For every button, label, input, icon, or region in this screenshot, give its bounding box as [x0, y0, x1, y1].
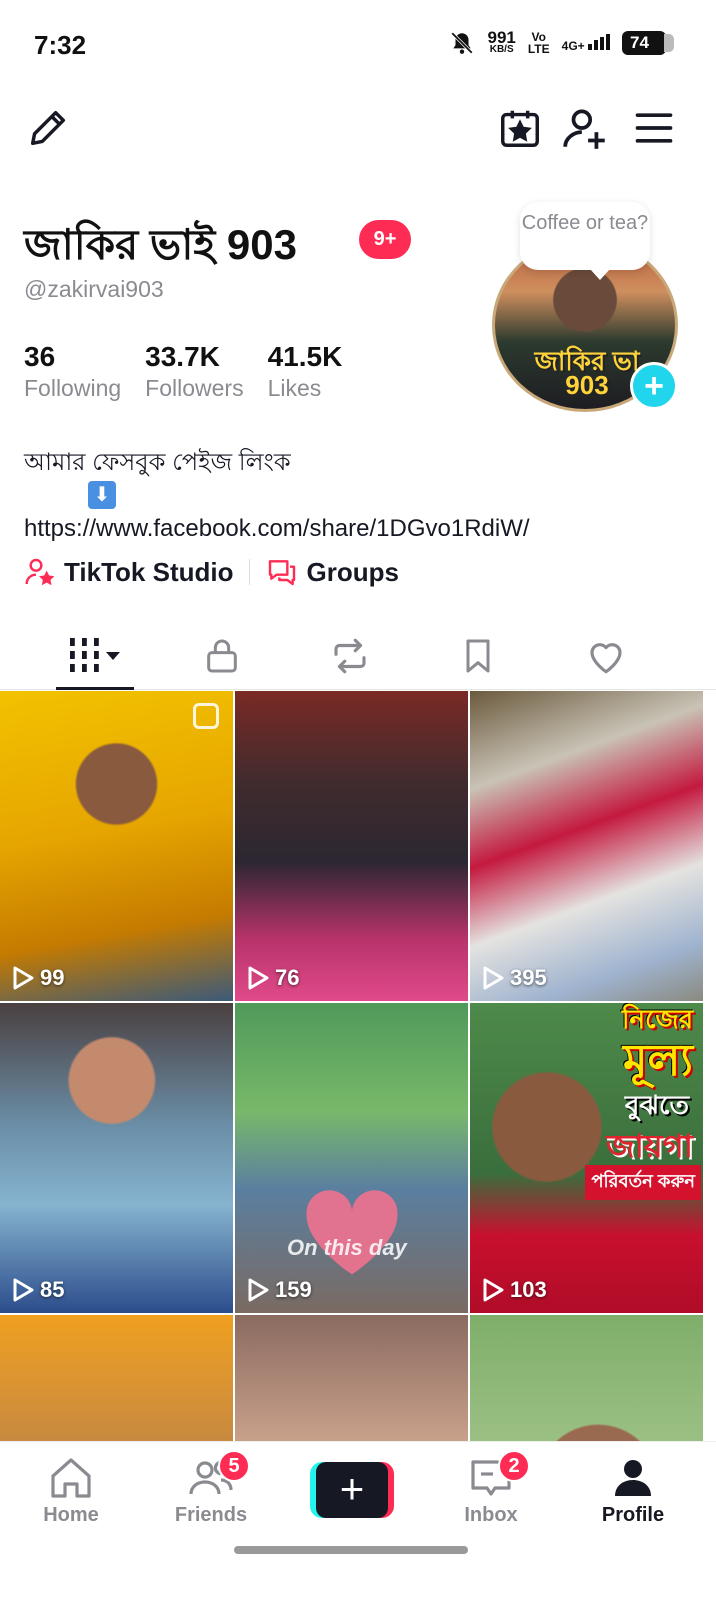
view-count: 103	[482, 1277, 547, 1303]
divider	[249, 559, 251, 585]
plus-icon: +	[316, 1462, 388, 1518]
video-thumbnail[interactable]: On this day 159	[235, 1003, 468, 1313]
menu-icon[interactable]	[628, 100, 680, 156]
video-thumbnail[interactable]: 85	[0, 1003, 233, 1313]
video-thumbnail[interactable]	[470, 1315, 703, 1441]
repost-icon	[334, 638, 366, 674]
content-tabs	[0, 622, 716, 690]
play-icon	[13, 1278, 34, 1302]
chat-bubbles-icon	[269, 560, 296, 586]
add-friend-icon[interactable]	[560, 100, 612, 156]
tab-videos[interactable]	[56, 630, 136, 682]
display-name: জাকির ভাই 903	[24, 221, 297, 268]
inbox-badge: 2	[498, 1450, 530, 1482]
edit-pencil-icon[interactable]	[22, 100, 74, 156]
top-nav	[0, 100, 716, 164]
status-bar: 7:32 991 KB/S Vo LTE 4G+ 74	[0, 0, 716, 92]
bio: আমার ফেসবুক পেইজ লিংক ⬇ https://www.face…	[24, 447, 684, 544]
create-button[interactable]: +	[310, 1462, 394, 1518]
home-indicator[interactable]	[234, 1546, 468, 1554]
view-count: 159	[247, 1277, 312, 1303]
profile-stats: 36 Following 33.7K Followers 41.5K Likes	[24, 340, 366, 402]
friends-badge: 5	[218, 1450, 250, 1482]
video-thumbnail[interactable]: 395	[470, 691, 703, 1001]
down-arrow-icon: ⬇	[88, 481, 116, 509]
video-thumbnail[interactable]: 76	[235, 691, 468, 1001]
play-icon	[483, 1278, 504, 1302]
notification-badge[interactable]: 9+	[359, 220, 411, 259]
video-thumbnail[interactable]: 99	[0, 691, 233, 1001]
view-count: 85	[12, 1277, 64, 1303]
nav-inbox[interactable]: Inbox 2	[436, 1450, 546, 1527]
status-icons: 991 KB/S Vo LTE 4G+ 74	[449, 27, 674, 56]
play-icon	[248, 966, 269, 990]
on-this-day-label: On this day	[287, 1235, 407, 1260]
video-grid: 99 76 395 85 On this day 159 নিজের মূল্য…	[0, 691, 716, 1441]
view-count: 99	[12, 965, 64, 991]
volte-icon: Vo LTE	[527, 30, 550, 56]
play-icon	[13, 966, 34, 990]
bio-link[interactable]: https://www.facebook.com/share/1DGvo1Rdi…	[24, 513, 684, 544]
profile-icon	[615, 1460, 651, 1496]
avatar-note-bubble[interactable]: Coffee or tea?	[520, 202, 650, 280]
play-icon	[248, 1278, 269, 1302]
mute-bell-icon	[451, 32, 474, 54]
view-count: 395	[482, 965, 547, 991]
play-icon	[483, 966, 504, 990]
video-thumbnail[interactable]: নিজের মূল্য বুঝতে জায়গা পরিবর্তন করুন 1…	[470, 1003, 703, 1313]
bio-text: আমার ফেসবুক পেইজ লিংক	[24, 449, 291, 476]
stat-followers[interactable]: 33.7K Followers	[145, 340, 243, 402]
lock-icon	[207, 639, 237, 673]
tiktok-studio-link[interactable]: TikTok Studio	[24, 556, 233, 588]
video-thumbnail[interactable]	[0, 1315, 233, 1441]
add-story-plus-icon[interactable]: +	[630, 362, 678, 410]
tab-favorites[interactable]	[438, 630, 518, 682]
stat-following[interactable]: 36 Following	[24, 340, 121, 402]
person-star-icon	[25, 558, 55, 586]
tab-reposts[interactable]	[310, 630, 390, 682]
pinned-icon	[193, 703, 219, 729]
nav-friends[interactable]: Friends 5	[156, 1450, 266, 1527]
home-icon	[51, 1458, 91, 1498]
grid-bars-icon	[70, 638, 120, 672]
battery-icon: 74	[622, 31, 674, 55]
signal-icon: 4G+	[562, 34, 610, 52]
groups-link[interactable]: Groups	[266, 556, 399, 588]
net-speed: 991 KB/S	[487, 27, 516, 55]
status-time: 7:32	[34, 30, 87, 60]
nav-home[interactable]: Home	[16, 1454, 126, 1527]
active-tab-indicator	[56, 687, 134, 690]
calendar-star-icon[interactable]	[494, 100, 546, 156]
tab-private[interactable]	[182, 630, 262, 682]
tab-liked[interactable]	[566, 630, 646, 682]
heart-icon	[590, 643, 622, 674]
quick-links: TikTok Studio Groups	[24, 556, 399, 588]
bottom-nav: Home Friends 5 + Inbox 2 Profile	[0, 1441, 716, 1600]
nav-profile[interactable]: Profile	[578, 1454, 688, 1527]
video-thumbnail[interactable]	[235, 1315, 468, 1441]
stat-likes[interactable]: 41.5K Likes	[268, 340, 343, 402]
view-count: 76	[247, 965, 299, 991]
username-handle: @zakirvai903	[24, 276, 164, 302]
heart-overlay-icon	[306, 1190, 398, 1275]
bookmark-icon	[466, 639, 490, 673]
